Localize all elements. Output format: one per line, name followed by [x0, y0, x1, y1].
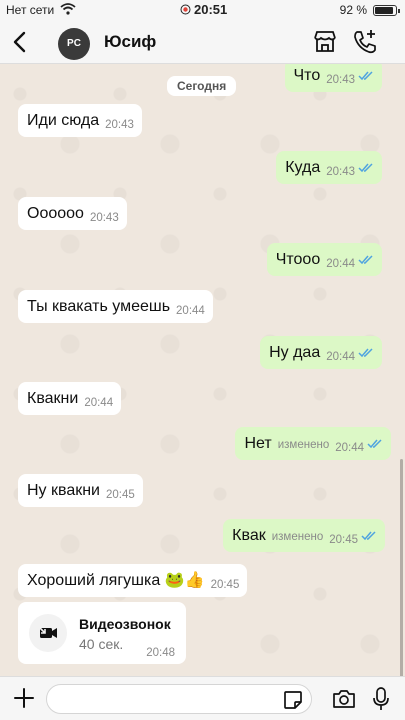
outgoing-message[interactable]: Куда 20:43 — [276, 151, 382, 184]
message-text: Ну даа — [269, 344, 321, 361]
message-text: Хороший лягушка 🐸👍 — [27, 572, 205, 589]
message-text: Чтооо — [275, 251, 321, 268]
wifi-icon — [60, 3, 76, 15]
message-text: Квакни — [27, 390, 79, 407]
message-text: Ты квакать умеешь — [27, 298, 171, 315]
outgoing-message[interactable]: Чтооо 20:44 — [266, 243, 382, 276]
message-text: Куда — [285, 159, 321, 176]
shop-icon[interactable] — [311, 28, 339, 56]
battery-percent: 92 % — [339, 3, 367, 17]
message-time: 20:45 — [106, 489, 135, 501]
message-time: 20:44 — [335, 442, 364, 454]
video-call-message[interactable]: Видеозвонок 40 сек. 20:48 — [18, 602, 186, 664]
scrollbar[interactable] — [400, 459, 403, 676]
message-time: 20:43 — [89, 212, 119, 224]
message-text: Иди сюда — [27, 112, 100, 129]
sticker-icon[interactable] — [282, 689, 304, 711]
read-ticks-icon — [358, 163, 373, 173]
incoming-message[interactable]: Оооооо 20:43 — [18, 197, 127, 230]
video-call-time: 20:48 — [146, 647, 175, 659]
message-time: 20:44 — [326, 258, 355, 270]
chat-header: PC Юсиф — [0, 20, 405, 64]
message-time: 20:43 — [326, 166, 355, 178]
message-text: Ну квакни — [27, 482, 100, 499]
video-call-title: Видеозвонок — [79, 616, 171, 632]
incoming-message[interactable]: Ты квакать умеешь 20:44 — [18, 290, 213, 323]
chat-area[interactable]: Сегодня Что 20:43 Иди сюда 20:43 Куда 20:43 Оо… — [0, 64, 405, 676]
video-call-duration: 40 сек. — [79, 636, 124, 652]
outgoing-message[interactable]: Нет изменено 20:44 — [235, 427, 391, 460]
camera-icon[interactable] — [332, 689, 356, 709]
read-ticks-icon — [367, 439, 382, 449]
message-time: 20:45 — [210, 579, 240, 591]
read-ticks-icon — [358, 71, 373, 81]
message-time: 20:44 — [176, 305, 205, 317]
input-bar — [0, 676, 405, 720]
contact-avatar[interactable]: PC — [58, 28, 90, 60]
message-time: 20:44 — [326, 351, 355, 363]
read-ticks-icon — [358, 348, 373, 358]
incoming-message[interactable]: Квакни 20:44 — [18, 382, 122, 415]
clock: 20:51 — [194, 2, 228, 17]
read-ticks-icon — [358, 255, 373, 265]
edited-label: изменено — [271, 531, 324, 543]
missed-video-call-icon — [37, 625, 57, 638]
outgoing-message[interactable]: Ну даа 20:44 — [260, 336, 382, 369]
edited-label: изменено — [277, 439, 330, 451]
incoming-message[interactable]: Иди сюда 20:43 — [18, 104, 142, 137]
message-text: Квак — [232, 527, 266, 544]
outgoing-message[interactable]: Квак изменено 20:45 — [223, 519, 385, 552]
outgoing-message[interactable]: Что 20:43 — [284, 64, 382, 92]
message-time: 20:43 — [105, 119, 134, 131]
contact-name[interactable]: Юсиф — [104, 32, 156, 52]
battery-icon — [373, 5, 400, 16]
back-arrow-icon[interactable] — [10, 30, 30, 54]
add-call-icon[interactable] — [351, 28, 379, 56]
status-bar: Нет сети 20:51 92 % — [0, 0, 405, 20]
screen-record-icon — [180, 4, 191, 15]
video-call-icon-circle — [29, 614, 67, 652]
plus-icon[interactable] — [12, 686, 36, 710]
message-text: Оооооо — [27, 205, 84, 222]
message-text: Нет — [244, 435, 272, 452]
message-text: Что — [293, 67, 321, 84]
read-ticks-icon — [361, 531, 376, 541]
message-time: 20:45 — [329, 534, 358, 546]
incoming-message[interactable]: Ну квакни 20:45 — [18, 474, 143, 507]
message-time: 20:44 — [84, 397, 114, 409]
incoming-message[interactable]: Хороший лягушка 🐸👍 20:45 — [18, 564, 248, 597]
microphone-icon[interactable] — [372, 687, 390, 711]
date-separator: Сегодня — [167, 76, 237, 96]
message-input[interactable] — [46, 684, 312, 714]
message-time: 20:43 — [326, 74, 355, 86]
carrier-label: Нет сети — [6, 3, 55, 17]
